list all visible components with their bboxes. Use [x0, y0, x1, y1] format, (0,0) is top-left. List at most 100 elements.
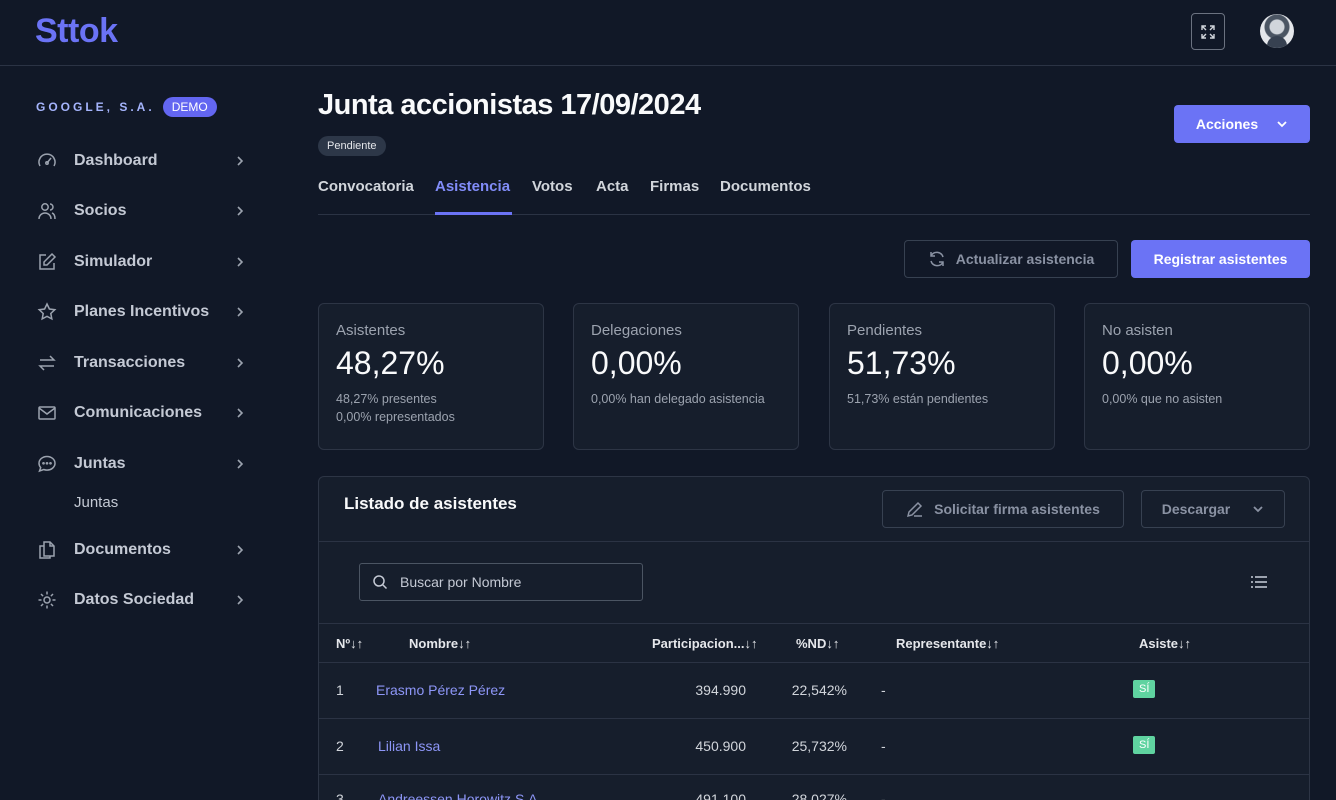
- divider: [319, 541, 1309, 542]
- sidebar-item-simulador[interactable]: Simulador: [36, 247, 246, 277]
- column-header-nombre[interactable]: Nombre↓↑: [409, 636, 471, 651]
- cell-representante: -: [881, 682, 886, 698]
- chevron-right-icon: [237, 459, 244, 469]
- table-header: Nº↓↑ Nombre↓↑ Participacion...↓↑ %ND↓↑ R…: [319, 623, 1309, 663]
- gear-icon: [36, 589, 58, 611]
- panel-title: Listado de asistentes: [344, 494, 517, 513]
- status-badge: Pendiente: [318, 136, 386, 156]
- card-label: Delegaciones: [591, 322, 682, 339]
- sidebar-subitem-juntas[interactable]: Juntas: [74, 494, 118, 511]
- stat-card-asistentes: Asistentes 48,27% 48,27% presentes 0,00%…: [318, 303, 544, 450]
- chevron-right-icon: [237, 257, 244, 267]
- chevron-right-icon: [237, 595, 244, 605]
- tab-firmas[interactable]: Firmas: [650, 178, 699, 195]
- stat-card-pendientes: Pendientes 51,73% 51,73% están pendiente…: [829, 303, 1055, 450]
- page-title: Junta accionistas 17/09/2024: [318, 89, 701, 121]
- tab-votos[interactable]: Votos: [532, 178, 573, 195]
- sidebar-item-label: Documentos: [74, 541, 171, 558]
- card-value: 48,27%: [336, 345, 445, 381]
- refresh-icon: [929, 251, 944, 267]
- asiste-badge: SÍ: [1133, 680, 1156, 698]
- card-value: 51,73%: [847, 345, 956, 381]
- cell-numero: 1: [336, 682, 344, 698]
- cell-numero: 2: [336, 738, 344, 754]
- chevron-right-icon: [237, 156, 244, 166]
- acciones-label: Acciones: [1195, 116, 1259, 132]
- cell-nd: 22,542%: [791, 682, 847, 698]
- active-tab-indicator: [435, 212, 512, 215]
- acciones-button[interactable]: Acciones: [1174, 105, 1310, 143]
- cell-nombre-link[interactable]: Andreessen Horowitz S.A.: [378, 791, 541, 800]
- sidebar-item-comunicaciones[interactable]: Comunicaciones: [36, 398, 246, 428]
- tab-acta[interactable]: Acta: [596, 178, 629, 195]
- sidebar: GOOGLE, S.A. DEMO Dashboard Socios Simul…: [0, 67, 278, 800]
- cell-nd: 25,732%: [791, 738, 847, 754]
- column-header-nd[interactable]: %ND↓↑: [796, 636, 839, 651]
- column-header-representante[interactable]: Representante↓↑: [896, 636, 999, 651]
- column-header-asiste[interactable]: Asiste↓↑: [1139, 636, 1191, 651]
- card-detail: 48,27% presentes: [336, 392, 437, 406]
- cell-participacion: 491.100: [695, 791, 746, 800]
- sidebar-item-label: Comunicaciones: [74, 404, 203, 421]
- company-name: GOOGLE, S.A.: [36, 100, 155, 114]
- cell-representante: -: [881, 738, 886, 754]
- caret-down-icon: [1277, 121, 1287, 128]
- column-header-numero[interactable]: Nº↓↑: [336, 636, 363, 651]
- sidebar-item-socios[interactable]: Socios: [36, 196, 246, 226]
- company-selector[interactable]: GOOGLE, S.A. DEMO: [36, 97, 217, 117]
- chevron-right-icon: [237, 358, 244, 368]
- stat-card-delegaciones: Delegaciones 0,00% 0,00% han delegado as…: [573, 303, 799, 450]
- card-detail: 0,00% representados: [336, 410, 455, 424]
- table-row: 2 Lilian Issa 450.900 25,732% - SÍ: [319, 719, 1309, 775]
- tab-convocatoria[interactable]: Convocatoria: [318, 178, 414, 195]
- sidebar-item-label: Dashboard: [74, 152, 158, 169]
- sidebar-item-label: Socios: [74, 202, 127, 219]
- documents-icon: [36, 539, 58, 561]
- star-icon: [36, 301, 58, 323]
- sidebar-item-label: Transacciones: [74, 354, 186, 371]
- search-input[interactable]: [400, 574, 630, 590]
- card-detail: 0,00% han delegado asistencia: [591, 392, 765, 406]
- cell-representante: -: [881, 791, 886, 800]
- sidebar-item-dashboard[interactable]: Dashboard: [36, 146, 246, 176]
- cell-participacion: 450.900: [695, 738, 746, 754]
- sidebar-item-datos-sociedad[interactable]: Datos Sociedad: [36, 585, 246, 615]
- solicitar-firma-button[interactable]: Solicitar firma asistentes: [882, 490, 1124, 528]
- asiste-badge: SÍ: [1133, 736, 1156, 754]
- sidebar-item-planes-incentivos[interactable]: Planes Incentivos: [36, 297, 246, 327]
- column-header-participacion[interactable]: Participacion...↓↑: [652, 636, 757, 651]
- user-avatar[interactable]: [1260, 14, 1294, 48]
- caret-down-icon: [1253, 506, 1263, 513]
- cell-participacion: 394.990: [695, 682, 746, 698]
- cell-nombre-link[interactable]: Lilian Issa: [378, 738, 440, 754]
- actualizar-asistencia-button[interactable]: Actualizar asistencia: [904, 240, 1118, 278]
- cell-nombre-link[interactable]: Erasmo Pérez Pérez: [376, 682, 505, 698]
- search-field[interactable]: [359, 563, 643, 601]
- solicitar-label: Solicitar firma asistentes: [934, 501, 1100, 517]
- actualizar-label: Actualizar asistencia: [955, 251, 1095, 267]
- card-detail: 0,00% que no asisten: [1102, 392, 1223, 406]
- card-value: 0,00%: [1102, 345, 1193, 381]
- sidebar-item-transacciones[interactable]: Transacciones: [36, 348, 246, 378]
- tab-documentos[interactable]: Documentos: [720, 178, 811, 195]
- chevron-right-icon: [237, 307, 244, 317]
- brand-logo[interactable]: Sttok: [35, 12, 118, 51]
- pen-icon: [907, 501, 923, 518]
- sidebar-item-label: Planes Incentivos: [74, 303, 210, 320]
- sidebar-item-juntas[interactable]: Juntas: [36, 449, 246, 479]
- card-value: 0,00%: [591, 345, 682, 381]
- card-label: No asisten: [1102, 322, 1173, 339]
- descargar-label: Descargar: [1161, 501, 1231, 517]
- registrar-asistentes-button[interactable]: Registrar asistentes: [1131, 240, 1310, 278]
- card-detail: 51,73% están pendientes: [847, 392, 989, 406]
- descargar-dropdown[interactable]: Descargar: [1141, 490, 1285, 528]
- mail-icon: [36, 402, 58, 424]
- tab-asistencia[interactable]: Asistencia: [435, 178, 510, 195]
- sidebar-item-label: Juntas: [74, 455, 126, 472]
- chevron-right-icon: [237, 408, 244, 418]
- sidebar-item-documentos[interactable]: Documentos: [36, 535, 246, 565]
- table-row: 1 Erasmo Pérez Pérez 394.990 22,542% - S…: [319, 663, 1309, 719]
- fullscreen-button[interactable]: [1191, 13, 1225, 50]
- attendees-panel: Listado de asistentes Solicitar firma as…: [318, 476, 1310, 800]
- list-view-icon[interactable]: [1251, 576, 1267, 588]
